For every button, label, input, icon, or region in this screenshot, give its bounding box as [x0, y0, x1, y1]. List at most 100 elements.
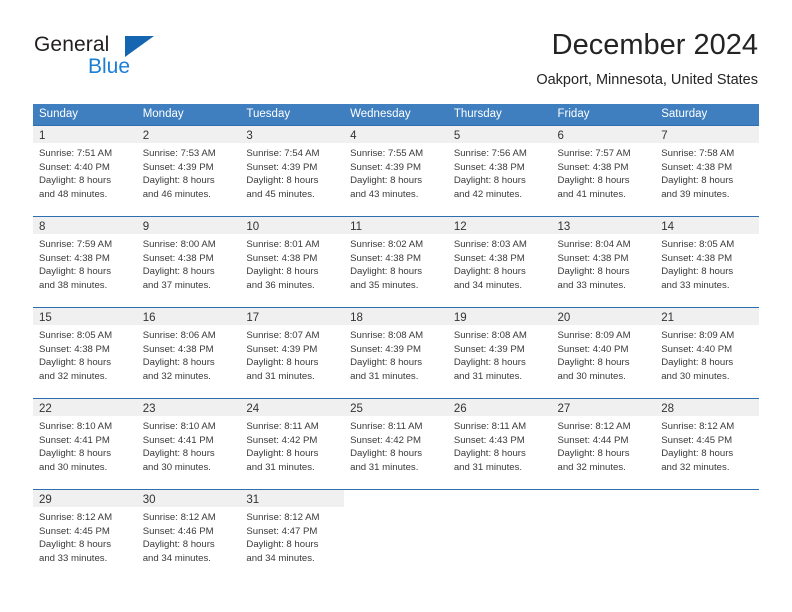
daylight-text-line1: Daylight: 8 hours [661, 357, 734, 369]
sunrise-text: Sunrise: 8:02 AM [350, 239, 424, 250]
day-number-bar [344, 490, 448, 507]
calendar-day-cell[interactable]: 9 Sunrise: 8:00 AM Sunset: 4:38 PM Daylight… [136, 217, 241, 307]
weekday-header-thursday: Thursday [447, 104, 552, 125]
day-number-bar: 11 [344, 217, 448, 234]
day-number-bar: 15 [33, 308, 137, 325]
calendar-day-cell[interactable]: 18 Sunrise: 8:08 AM Sunset: 4:39 PM Dayligh… [344, 308, 448, 398]
calendar-day-cell[interactable]: 17 Sunrise: 8:07 AM Sunset: 4:39 PM Dayligh… [240, 308, 345, 398]
calendar-week-row: 29 Sunrise: 8:12 AM Sunset: 4:45 PM Dayligh… [33, 490, 759, 580]
sunset-text: Sunset: 4:46 PM [142, 525, 214, 537]
day-cell-inner: 11 Sunrise: 8:02 AM Sunset: 4:38 PM Dayligh… [344, 217, 448, 307]
day-number: 23 [142, 403, 156, 415]
calendar-day-cell[interactable]: 3 Sunrise: 7:54 AM Sunset: 4:39 PM Daylight… [240, 126, 345, 216]
sunset-text: Sunset: 4:38 PM [350, 252, 422, 264]
calendar-day-cell[interactable]: 19 Sunrise: 8:08 AM Sunset: 4:39 PM Dayligh… [447, 308, 552, 398]
calendar-day-cell[interactable]: 10 Sunrise: 8:01 AM Sunset: 4:38 PM Dayligh… [240, 217, 345, 307]
calendar-day-cell[interactable]: 14 Sunrise: 8:05 AM Sunset: 4:38 PM Dayligh… [655, 217, 759, 307]
day-info: Sunrise: 8:08 AM Sunset: 4:39 PM Daylight:… [344, 325, 448, 383]
calendar-day-cell[interactable]: 31 Sunrise: 8:12 AM Sunset: 4:47 PM Dayligh… [240, 490, 345, 580]
calendar-day-cell[interactable]: 6 Sunrise: 7:57 AM Sunset: 4:38 PM Daylight… [551, 126, 656, 216]
day-info: Sunrise: 7:57 AM Sunset: 4:38 PM Daylight:… [552, 143, 656, 201]
day-info: Sunrise: 8:09 AM Sunset: 4:40 PM Daylight:… [552, 325, 656, 383]
calendar-day-cell[interactable]: 1 Sunrise: 7:51 AM Sunset: 4:40 PM Daylight… [33, 126, 137, 216]
calendar-day-cell[interactable]: 25 Sunrise: 8:11 AM Sunset: 4:42 PM Dayligh… [344, 399, 448, 489]
daylight-text-line2: and 39 minutes. [661, 188, 730, 200]
calendar-day-cell[interactable]: 29 Sunrise: 8:12 AM Sunset: 4:45 PM Dayligh… [33, 490, 137, 580]
sunrise-text: Sunrise: 8:09 AM [557, 330, 631, 341]
calendar-day-cell[interactable]: 28 Sunrise: 8:12 AM Sunset: 4:45 PM Dayligh… [655, 399, 759, 489]
calendar-day-cell[interactable]: 22 Sunrise: 8:10 AM Sunset: 4:41 PM Dayligh… [33, 399, 137, 489]
day-number-bar: 1 [33, 126, 137, 143]
calendar-day-cell[interactable]: 7 Sunrise: 7:58 AM Sunset: 4:38 PM Daylight… [655, 126, 759, 216]
sunset-text: Sunset: 4:42 PM [246, 434, 318, 446]
daylight-text-line2: and 32 minutes. [39, 370, 108, 382]
day-cell-inner: 16 Sunrise: 8:06 AM Sunset: 4:38 PM Dayligh… [136, 308, 241, 398]
calendar-day-cell[interactable]: 4 Sunrise: 7:55 AM Sunset: 4:39 PM Daylight… [344, 126, 448, 216]
sunset-text: Sunset: 4:42 PM [350, 434, 422, 446]
day-info: Sunrise: 7:55 AM Sunset: 4:39 PM Daylight:… [344, 143, 448, 201]
sunset-text: Sunset: 4:39 PM [453, 343, 525, 355]
day-number: 7 [661, 130, 668, 142]
sunset-text: Sunset: 4:45 PM [39, 525, 110, 537]
title-block: December 2024 Oakport, Minnesota, United… [536, 28, 758, 90]
calendar-day-cell [448, 490, 552, 580]
day-cell-inner: 4 Sunrise: 7:55 AM Sunset: 4:39 PM Daylight… [344, 126, 448, 216]
calendar-day-cell[interactable]: 5 Sunrise: 7:56 AM Sunset: 4:38 PM Daylight… [447, 126, 552, 216]
calendar-day-cell[interactable]: 2 Sunrise: 7:53 AM Sunset: 4:39 PM Daylight… [136, 126, 241, 216]
day-number-bar [655, 490, 759, 507]
sunrise-text: Sunrise: 8:11 AM [350, 421, 423, 432]
daylight-text-line1: Daylight: 8 hours [557, 175, 630, 187]
calendar-day-cell[interactable]: 13 Sunrise: 8:04 AM Sunset: 4:38 PM Dayligh… [551, 217, 656, 307]
calendar-day-cell[interactable]: 15 Sunrise: 8:05 AM Sunset: 4:38 PM Dayligh… [33, 308, 137, 398]
calendar-day-cell[interactable]: 16 Sunrise: 8:06 AM Sunset: 4:38 PM Dayligh… [136, 308, 241, 398]
sunset-text: Sunset: 4:40 PM [661, 343, 733, 355]
day-number: 4 [350, 130, 357, 142]
calendar-day-cell[interactable]: 30 Sunrise: 8:12 AM Sunset: 4:46 PM Dayligh… [136, 490, 241, 580]
calendar-table: Sunday Monday Tuesday Wednesday Thursday… [33, 104, 759, 580]
daylight-text-line1: Daylight: 8 hours [142, 175, 215, 187]
daylight-text-line2: and 31 minutes. [246, 461, 315, 473]
calendar-day-cell[interactable]: 12 Sunrise: 8:03 AM Sunset: 4:38 PM Dayligh… [447, 217, 552, 307]
day-info: Sunrise: 8:10 AM Sunset: 4:41 PM Daylight:… [137, 416, 241, 474]
sunset-text: Sunset: 4:40 PM [39, 161, 110, 173]
day-number-bar: 25 [344, 399, 448, 416]
calendar-day-cell[interactable]: 11 Sunrise: 8:02 AM Sunset: 4:38 PM Dayligh… [344, 217, 448, 307]
sunset-text: Sunset: 4:39 PM [350, 161, 422, 173]
day-number-bar: 14 [655, 217, 759, 234]
daylight-text-line1: Daylight: 8 hours [350, 266, 423, 278]
sunset-text: Sunset: 4:38 PM [142, 252, 214, 264]
day-number: 18 [350, 312, 363, 324]
calendar-day-cell[interactable]: 8 Sunrise: 7:59 AM Sunset: 4:38 PM Daylight… [33, 217, 137, 307]
calendar-day-cell[interactable]: 20 Sunrise: 8:09 AM Sunset: 4:40 PM Dayligh… [551, 308, 656, 398]
calendar-day-cell[interactable]: 27 Sunrise: 8:12 AM Sunset: 4:44 PM Dayligh… [551, 399, 656, 489]
daylight-text-line2: and 30 minutes. [661, 370, 730, 382]
day-number-bar: 31 [240, 490, 345, 507]
sunrise-text: Sunrise: 8:11 AM [246, 421, 319, 432]
calendar-week-row: 1 Sunrise: 7:51 AM Sunset: 4:40 PM Daylight… [33, 126, 759, 216]
day-number: 15 [39, 312, 52, 324]
sunrise-text: Sunrise: 8:12 AM [246, 512, 320, 523]
calendar-day-cell[interactable]: 24 Sunrise: 8:11 AM Sunset: 4:42 PM Dayligh… [240, 399, 345, 489]
calendar-day-cell[interactable]: 21 Sunrise: 8:09 AM Sunset: 4:40 PM Dayligh… [655, 308, 759, 398]
sunset-text: Sunset: 4:44 PM [557, 434, 629, 446]
day-number-bar: 10 [240, 217, 345, 234]
calendar-day-cell [655, 490, 759, 580]
sunrise-text: Sunrise: 7:55 AM [350, 148, 424, 159]
calendar-day-cell [344, 490, 448, 580]
day-number-bar [552, 490, 656, 507]
day-info [344, 507, 448, 511]
general-blue-logo[interactable]: General Blue [34, 33, 224, 83]
day-info [448, 507, 552, 511]
weekday-header-saturday: Saturday [655, 104, 759, 125]
day-number-bar: 6 [551, 126, 656, 143]
sunrise-text: Sunrise: 8:08 AM [350, 330, 424, 341]
sunrise-text: Sunrise: 8:01 AM [246, 239, 320, 250]
calendar-day-cell[interactable]: 23 Sunrise: 8:10 AM Sunset: 4:41 PM Dayligh… [136, 399, 241, 489]
daylight-text-line1: Daylight: 8 hours [142, 539, 215, 551]
day-info: Sunrise: 7:56 AM Sunset: 4:38 PM Daylight:… [448, 143, 552, 201]
day-number-bar: 30 [136, 490, 241, 507]
day-cell-inner: 20 Sunrise: 8:09 AM Sunset: 4:40 PM Dayligh… [551, 308, 656, 398]
calendar-day-cell[interactable]: 26 Sunrise: 8:11 AM Sunset: 4:43 PM Dayligh… [447, 399, 552, 489]
day-number-bar: 23 [136, 399, 241, 416]
day-number: 11 [350, 221, 363, 233]
